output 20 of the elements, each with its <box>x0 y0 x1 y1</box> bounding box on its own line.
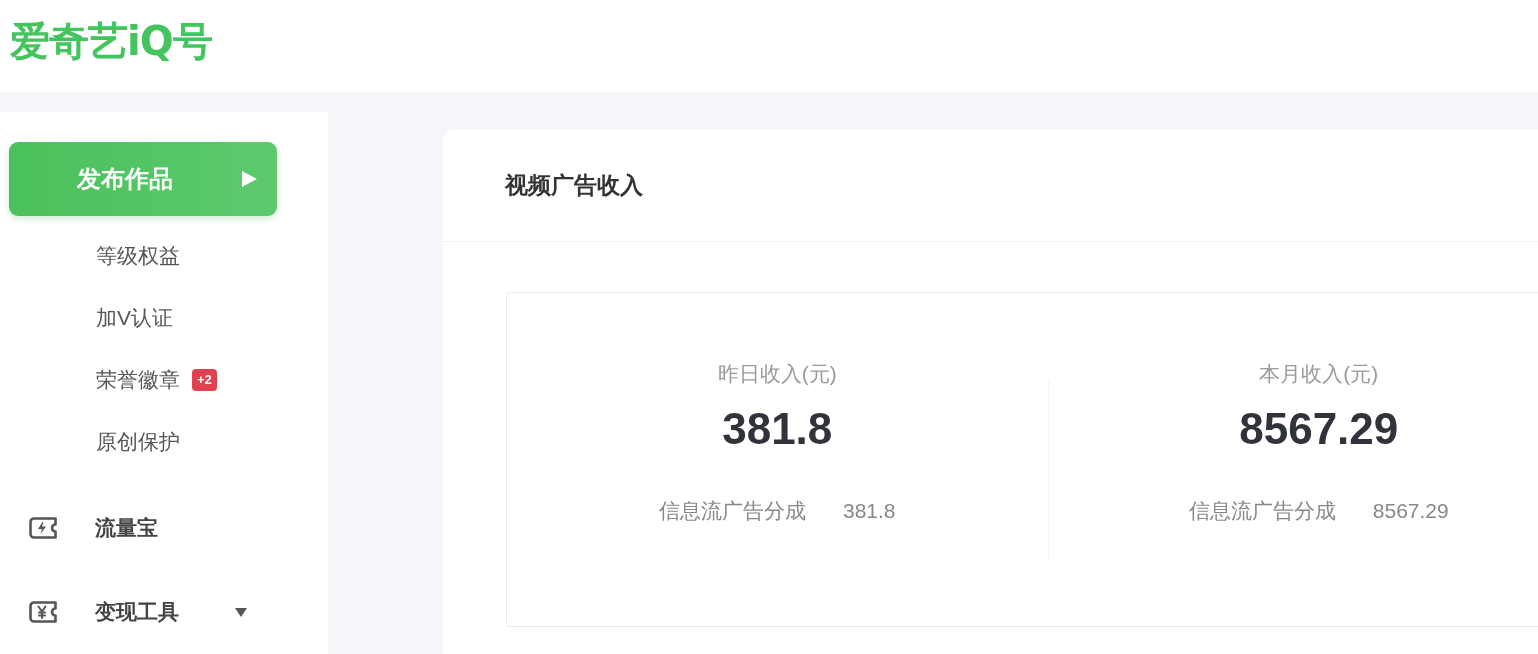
sidebar-menu-item[interactable]: 变现工具 <box>29 598 247 626</box>
lightning-ticket-icon <box>29 517 57 539</box>
stat-label: 本月收入(元) <box>1259 362 1379 386</box>
stat-value: 381.8 <box>722 404 833 454</box>
detail-value: 8567.29 <box>1372 498 1449 524</box>
stat-value: 8567.29 <box>1239 404 1399 454</box>
yen-ticket-icon <box>29 601 57 623</box>
detail-label: 信息流广告分成 <box>658 498 806 524</box>
detail-value: 381.8 <box>842 498 896 524</box>
sidebar-item[interactable]: 等级权益 <box>96 242 180 270</box>
count-badge: +2 <box>192 369 217 391</box>
detail-label: 信息流广告分成 <box>1188 498 1336 524</box>
panel-title: 视频广告收入 <box>505 171 643 200</box>
sidebar-item[interactable]: 原创保护 <box>96 428 180 456</box>
sidebar-item[interactable]: 荣誉徽章 <box>96 366 180 394</box>
caret-icon <box>235 607 247 617</box>
sidebar-item[interactable]: 加V认证 <box>96 304 173 332</box>
sidebar-menu-item[interactable]: 流量宝 <box>29 514 158 542</box>
play-icon <box>242 171 257 187</box>
stat-label: 昨日收入(元) <box>717 362 837 386</box>
